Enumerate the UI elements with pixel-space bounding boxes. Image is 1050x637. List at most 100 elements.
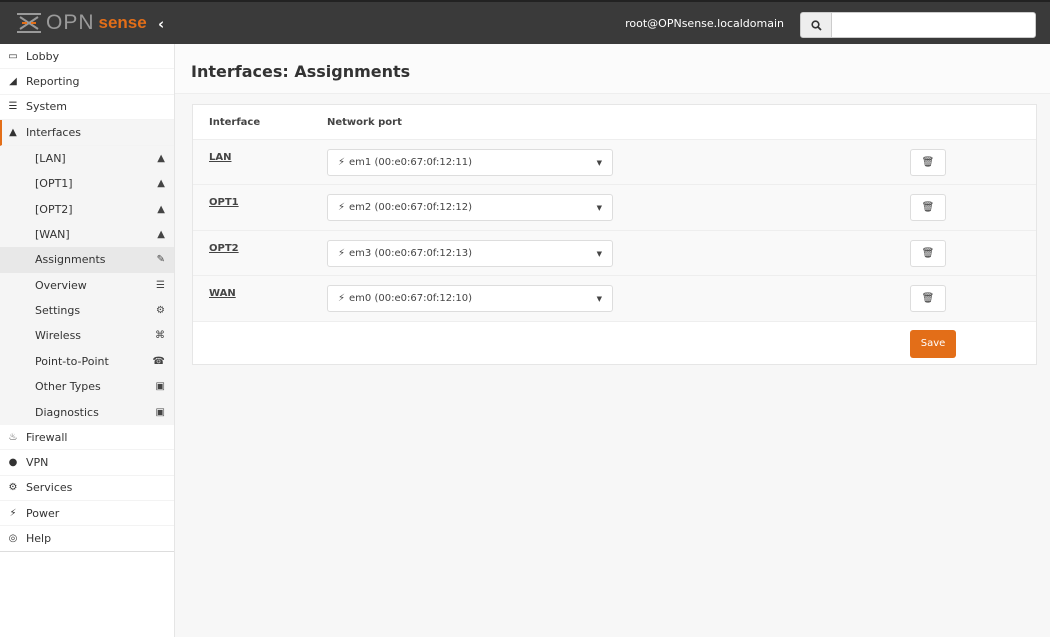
search-input[interactable] [831, 12, 1036, 38]
sidebar-item-point-to-point[interactable]: Point-to-Point ☎ [0, 349, 174, 374]
interface-link-opt2[interactable]: OPT2 [209, 243, 239, 254]
interface-link-lan[interactable]: LAN [209, 152, 231, 163]
sidebar-item-reporting[interactable]: ◢ Reporting [0, 69, 174, 95]
caret-down-icon: ▼ [596, 204, 602, 213]
sidebar-item-power[interactable]: ⚡ Power [0, 501, 174, 527]
sidebar-item-system[interactable]: ☰ System [0, 95, 174, 121]
sidebar-item-label: Power [26, 506, 60, 520]
logo-mark-icon [17, 13, 41, 33]
delete-button[interactable]: 🗑 [910, 285, 946, 313]
sidebar-item-firewall[interactable]: ♨ Firewall [0, 425, 174, 451]
life-ring-icon: ◎ [8, 533, 18, 545]
fire-icon: ♨ [8, 431, 18, 443]
sidebar-item-label: [OPT2] [35, 202, 73, 216]
sidebar-item-wan[interactable]: [WAN] ▲ [0, 222, 174, 247]
select-value: em3 (00:e0:67:0f:12:13) [349, 247, 473, 259]
column-header-interface: Interface [209, 116, 261, 128]
sidebar-item-label: Assignments [35, 253, 106, 267]
search-button[interactable] [800, 12, 832, 38]
plug-icon: ⚡ [9, 507, 17, 519]
select-value: em0 (00:e0:67:0f:12:10) [349, 293, 473, 305]
plug-icon: ⚡ [338, 293, 346, 305]
save-button[interactable]: Save [910, 329, 956, 358]
sidebar-item-other-types[interactable]: Other Types ▣ [0, 374, 174, 399]
table-row: OPT1 ⚡ em2 (00:e0:67:0f:12:12) ▼ 🗑 [193, 184, 1036, 230]
sidebar-item-vpn[interactable]: ● VPN [0, 450, 174, 476]
sidebar-item-diagnostics[interactable]: Diagnostics ▣ [0, 399, 174, 424]
sidebar-item-settings[interactable]: Settings ⚙ [0, 298, 174, 323]
sitemap-icon: ▲ [157, 203, 165, 215]
sidebar-item-lobby[interactable]: ▭ Lobby [0, 44, 174, 70]
sidebar-item-label: Reporting [26, 75, 80, 89]
user-label[interactable]: root@OPNsense.localdomain [625, 17, 784, 30]
page-title: Interfaces: Assignments [191, 62, 411, 81]
page-header: Interfaces: Assignments [175, 44, 1050, 94]
sidebar: ▭ Lobby ◢ Reporting ☰ System ▲ Interfaces [L… [0, 44, 175, 637]
assignments-table: Interface Network port LAN ⚡ em1 (00:e0:6… [192, 104, 1037, 365]
logo-text: OPN [46, 11, 95, 34]
trash-icon: 🗑 [921, 202, 935, 214]
sidebar-item-label: Diagnostics [35, 405, 99, 419]
select-value: em1 (00:e0:67:0f:12:11) [349, 157, 473, 168]
sidebar-item-opt1[interactable]: [OPT1] ▲ [0, 171, 174, 196]
server-icon: ☰ [8, 101, 18, 113]
delete-button[interactable]: 🗑 [910, 194, 946, 222]
sidebar-item-label: Overview [35, 278, 87, 292]
sidebar-item-label: Help [26, 532, 52, 546]
sidebar-item-label: [WAN] [35, 227, 70, 241]
sidebar-item-label: System [26, 100, 68, 114]
sidebar-item-label: Lobby [26, 49, 60, 63]
sidebar-item-assignments[interactable]: Assignments ✎ [0, 247, 174, 273]
table-header: Interface Network port [193, 105, 1036, 139]
sitemap-icon: ▲ [157, 228, 165, 240]
opnsense-logo[interactable]: OPN sense [16, 11, 147, 35]
plug-icon: ⚡ [338, 247, 346, 259]
sidebar-item-lan[interactable]: [LAN] ▲ [0, 146, 174, 171]
area-chart-icon: ◢ [9, 76, 17, 88]
logo-text-sense: sense [98, 13, 147, 32]
caret-down-icon: ▼ [596, 159, 602, 167]
top-navbar: OPN sense ‹ root@OPNsense.localdomain [0, 0, 1050, 44]
trash-icon: 🗑 [921, 247, 935, 259]
network-port-select[interactable]: ⚡ em2 (00:e0:67:0f:12:12) ▼ [327, 194, 613, 222]
interfaces-submenu: [LAN] ▲ [OPT1] ▲ [OPT2] ▲ [WAN] ▲ Assignment… [0, 145, 174, 425]
sitemap-icon: ▲ [157, 152, 165, 164]
medkit-icon: ▣ [155, 406, 165, 418]
network-port-select[interactable]: ⚡ em0 (00:e0:67:0f:12:10) ▼ [327, 285, 613, 313]
phone-icon: ☎ [152, 355, 165, 367]
sidebar-item-label: Wireless [35, 329, 82, 343]
sidebar-item-overview[interactable]: Overview ☰ [0, 273, 174, 298]
sidebar-item-help[interactable]: ◎ Help [0, 526, 174, 552]
plug-icon: ⚡ [338, 157, 346, 168]
trash-icon: 🗑 [921, 157, 935, 168]
interface-link-opt1[interactable]: OPT1 [209, 197, 239, 208]
sidebar-item-label: Firewall [26, 430, 68, 444]
sidebar-item-wireless[interactable]: Wireless ⌘ [0, 323, 174, 348]
cogs-icon: ⚙ [156, 305, 165, 317]
sidebar-item-opt2[interactable]: [OPT2] ▲ [0, 196, 174, 221]
search-icon [810, 19, 822, 31]
table-row: OPT2 ⚡ em3 (00:e0:67:0f:12:13) ▼ 🗑 [193, 229, 1036, 276]
sidebar-item-label: VPN [26, 455, 49, 469]
network-port-select[interactable]: ⚡ em1 (00:e0:67:0f:12:11) ▼ [327, 149, 613, 176]
archive-icon: ▣ [155, 381, 165, 393]
interface-link-wan[interactable]: WAN [209, 288, 236, 299]
plug-icon: ⚡ [338, 202, 346, 214]
sidebar-item-services[interactable]: ⚙ Services [0, 476, 174, 502]
sidebar-item-label: Interfaces [26, 125, 81, 139]
trash-icon: 🗑 [921, 293, 935, 305]
network-port-select[interactable]: ⚡ em3 (00:e0:67:0f:12:13) ▼ [327, 239, 613, 267]
delete-button[interactable]: 🗑 [910, 149, 946, 176]
caret-down-icon: ▼ [596, 295, 602, 304]
collapse-sidebar-button[interactable]: ‹ [158, 15, 164, 33]
sitemap-icon: ▲ [157, 178, 165, 190]
sidebar-item-label: Services [26, 481, 73, 495]
sidebar-item-interfaces[interactable]: ▲ Interfaces [0, 120, 174, 146]
sidebar-item-label: Settings [35, 304, 81, 318]
wifi-icon: ⌘ [155, 330, 165, 342]
pencil-icon: ✎ [156, 254, 165, 266]
delete-button[interactable]: 🗑 [910, 239, 946, 267]
tasks-icon: ☰ [156, 279, 165, 291]
column-header-network-port: Network port [327, 116, 402, 128]
sidebar-item-label: Other Types [35, 380, 101, 394]
